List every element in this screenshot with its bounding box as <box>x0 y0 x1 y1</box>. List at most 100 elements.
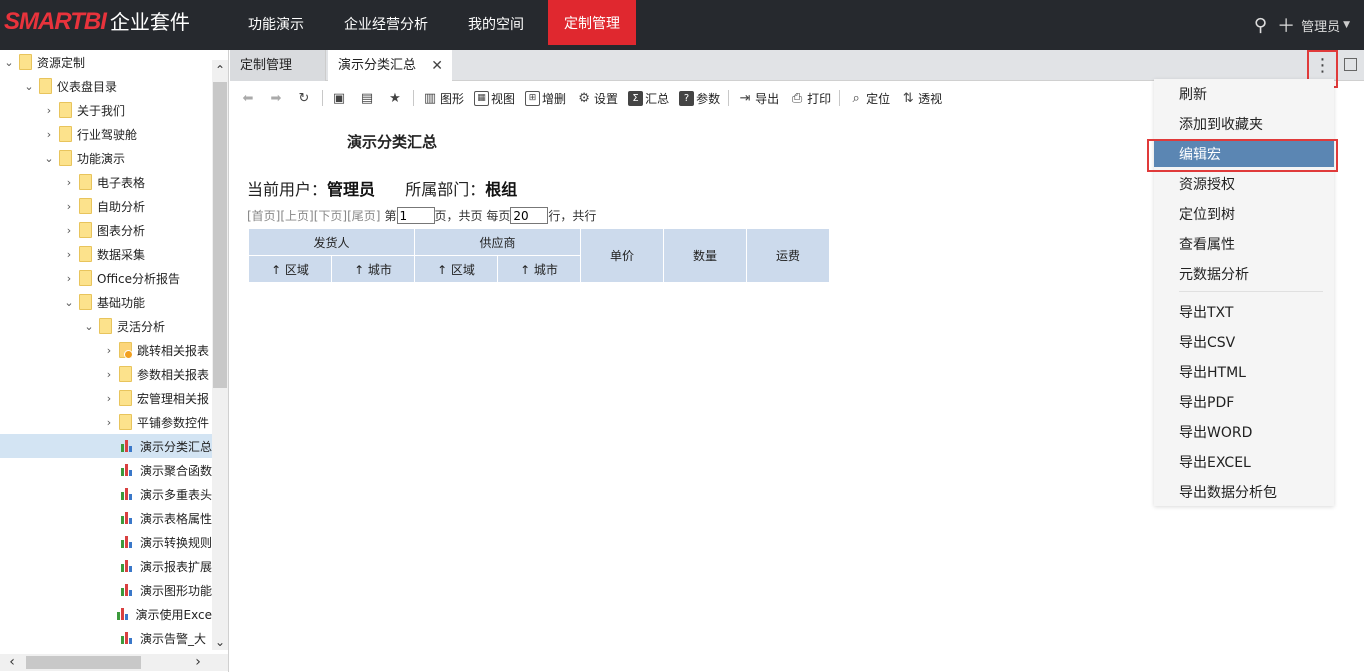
app-logo[interactable]: SMARTBI 企业套件 <box>0 6 190 42</box>
scroll-thumb[interactable] <box>213 82 227 388</box>
toolbar-button[interactable]: ▤ <box>359 90 377 106</box>
nav-item-my-space[interactable]: 我的空间 <box>452 0 540 50</box>
plus-icon[interactable]: ＋ <box>1277 12 1295 38</box>
tree-item[interactable]: 演示转换规则 <box>0 530 212 554</box>
tree-item[interactable]: 演示使用Exce <box>0 602 212 626</box>
tree-item[interactable]: › Office分析报告 <box>0 266 212 290</box>
nav-item-custom-management[interactable]: 定制管理 <box>548 0 636 45</box>
toolbar-button[interactable]: ▣ <box>331 90 349 106</box>
prev-page-link[interactable]: [上页] <box>280 207 313 224</box>
tree-item[interactable]: 演示报表扩展 <box>0 554 212 578</box>
menu-item[interactable]: 定位到树 <box>1154 201 1334 227</box>
nav-item-business[interactable]: 企业经营分析 <box>328 0 444 50</box>
tree-item[interactable]: ⌄ 基础功能 <box>0 290 212 314</box>
scroll-left-icon[interactable]: ‹ <box>4 654 20 671</box>
chevron-right-icon[interactable]: › <box>62 248 76 261</box>
next-page-link[interactable]: [下页] <box>314 207 347 224</box>
menu-item[interactable]: 导出HTML <box>1154 359 1334 385</box>
tree-item[interactable]: › 跳转相关报表 <box>0 338 212 362</box>
tree-item[interactable]: ⌄ 仪表盘目录 <box>0 74 212 98</box>
menu-item[interactable]: 刷新 <box>1154 81 1334 107</box>
toolbar-button[interactable]: Σ 汇总 <box>628 90 669 107</box>
tree-item[interactable]: › 平铺参数控件 <box>0 410 212 434</box>
toolbar-button[interactable]: ⚙ 设置 <box>576 90 618 107</box>
chevron-right-icon[interactable]: › <box>62 200 76 213</box>
menu-item[interactable]: 查看属性 <box>1154 231 1334 257</box>
chevron-right-icon[interactable]: › <box>62 224 76 237</box>
tree-vertical-scrollbar[interactable]: ⌃ ⌄ <box>212 60 228 650</box>
menu-item[interactable]: 资源授权 <box>1154 171 1334 197</box>
chevron-down-icon[interactable]: ⌄ <box>22 80 36 93</box>
tree-item[interactable]: ⌄ 功能演示 <box>0 146 212 170</box>
scroll-up-icon[interactable]: ⌃ <box>212 62 228 78</box>
menu-item[interactable]: 导出TXT <box>1154 299 1334 325</box>
chevron-right-icon[interactable]: › <box>102 344 116 357</box>
toolbar-button[interactable]: ▥ 图形 <box>422 90 464 107</box>
menu-item[interactable]: 导出PDF <box>1154 389 1334 415</box>
toolbar-button[interactable]: ★ <box>387 90 405 106</box>
close-icon[interactable]: ✕ <box>431 50 443 82</box>
chevron-down-icon[interactable]: ▼ <box>1343 20 1350 30</box>
chevron-right-icon[interactable]: › <box>102 368 116 381</box>
menu-item[interactable]: 元数据分析 <box>1154 261 1334 287</box>
nav-item-demo[interactable]: 功能演示 <box>232 0 320 50</box>
tree-item[interactable]: 演示表格属性 <box>0 506 212 530</box>
page-size-input[interactable] <box>510 207 549 224</box>
tree-item[interactable]: › 图表分析 <box>0 218 212 242</box>
chevron-right-icon[interactable]: › <box>62 272 76 285</box>
header-supplier-city[interactable]: ↑ 城市 <box>497 255 581 283</box>
user-menu[interactable]: 管理员 <box>1301 16 1340 35</box>
scroll-right-icon[interactable]: › <box>190 654 206 671</box>
toolbar-button[interactable]: ⎙ 打印 <box>789 90 831 107</box>
scroll-thumb-horizontal[interactable] <box>26 656 141 669</box>
header-shipper-region[interactable]: ↑ 区域 <box>248 255 332 283</box>
search-icon[interactable]: ⚲ <box>1254 15 1267 36</box>
toolbar-button[interactable]: ↻ <box>296 90 314 106</box>
tree-item[interactable]: › 行业驾驶舱 <box>0 122 212 146</box>
page-number-input[interactable] <box>396 207 435 224</box>
scroll-down-icon[interactable]: ⌄ <box>212 634 228 650</box>
chevron-right-icon[interactable]: › <box>102 416 116 429</box>
tree-item[interactable]: 演示多重表头 <box>0 482 212 506</box>
menu-item[interactable]: 导出CSV <box>1154 329 1334 355</box>
chevron-right-icon[interactable]: › <box>42 128 56 141</box>
header-shipper-city[interactable]: ↑ 城市 <box>331 255 415 283</box>
tree-item[interactable]: 演示聚合函数 <box>0 458 212 482</box>
chevron-right-icon[interactable]: › <box>102 392 116 405</box>
chevron-right-icon[interactable]: › <box>42 104 56 117</box>
toolbar-button[interactable]: ➡ <box>268 90 286 106</box>
tree-horizontal-scrollbar[interactable]: ‹ › <box>0 654 228 671</box>
chevron-right-icon[interactable]: › <box>62 176 76 189</box>
tree-item[interactable]: 演示图形功能 <box>0 578 212 602</box>
maximize-icon[interactable] <box>1344 58 1357 71</box>
toolbar-button[interactable]: ▦ 视图 <box>474 90 515 107</box>
menu-item[interactable]: 添加到收藏夹 <box>1154 111 1334 137</box>
chevron-down-icon[interactable]: ⌄ <box>82 320 96 333</box>
menu-item[interactable]: 导出数据分析包 <box>1154 479 1334 505</box>
header-supplier-region[interactable]: ↑ 区域 <box>414 255 498 283</box>
tree-item[interactable]: › 宏管理相关报 <box>0 386 212 410</box>
toolbar-button[interactable]: ⊞ 增删 <box>525 90 566 107</box>
first-page-link[interactable]: [首页] <box>247 207 280 224</box>
tree-item[interactable]: › 关于我们 <box>0 98 212 122</box>
tree-item[interactable]: › 自助分析 <box>0 194 212 218</box>
menu-item[interactable]: 导出EXCEL <box>1154 449 1334 475</box>
tab-custom-management[interactable]: 定制管理 <box>230 50 326 81</box>
tab-demo-category-summary[interactable]: 演示分类汇总 ✕ <box>328 50 452 81</box>
tree-item[interactable]: 演示分类汇总 <box>0 434 212 458</box>
tree-item[interactable]: › 参数相关报表 <box>0 362 212 386</box>
last-page-link[interactable]: [尾页] <box>347 207 380 224</box>
chevron-down-icon[interactable]: ⌄ <box>2 56 16 69</box>
toolbar-button[interactable]: ⬅ <box>240 90 258 106</box>
toolbar-button[interactable]: ? 参数 <box>679 90 720 107</box>
menu-item[interactable]: 导出WORD <box>1154 419 1334 445</box>
toolbar-button[interactable]: ⌕ 定位 <box>848 90 890 107</box>
chevron-down-icon[interactable]: ⌄ <box>62 296 76 309</box>
toolbar-button[interactable]: ⇅ 透视 <box>900 90 942 107</box>
tree-item[interactable]: ⌄ 资源定制 <box>0 50 212 74</box>
tree-item[interactable]: 演示告警_大 <box>0 626 212 650</box>
tree-item[interactable]: › 数据采集 <box>0 242 212 266</box>
tree-item[interactable]: ⌄ 灵活分析 <box>0 314 212 338</box>
toolbar-button[interactable]: ⇥ 导出 <box>737 90 779 107</box>
chevron-down-icon[interactable]: ⌄ <box>42 152 56 165</box>
